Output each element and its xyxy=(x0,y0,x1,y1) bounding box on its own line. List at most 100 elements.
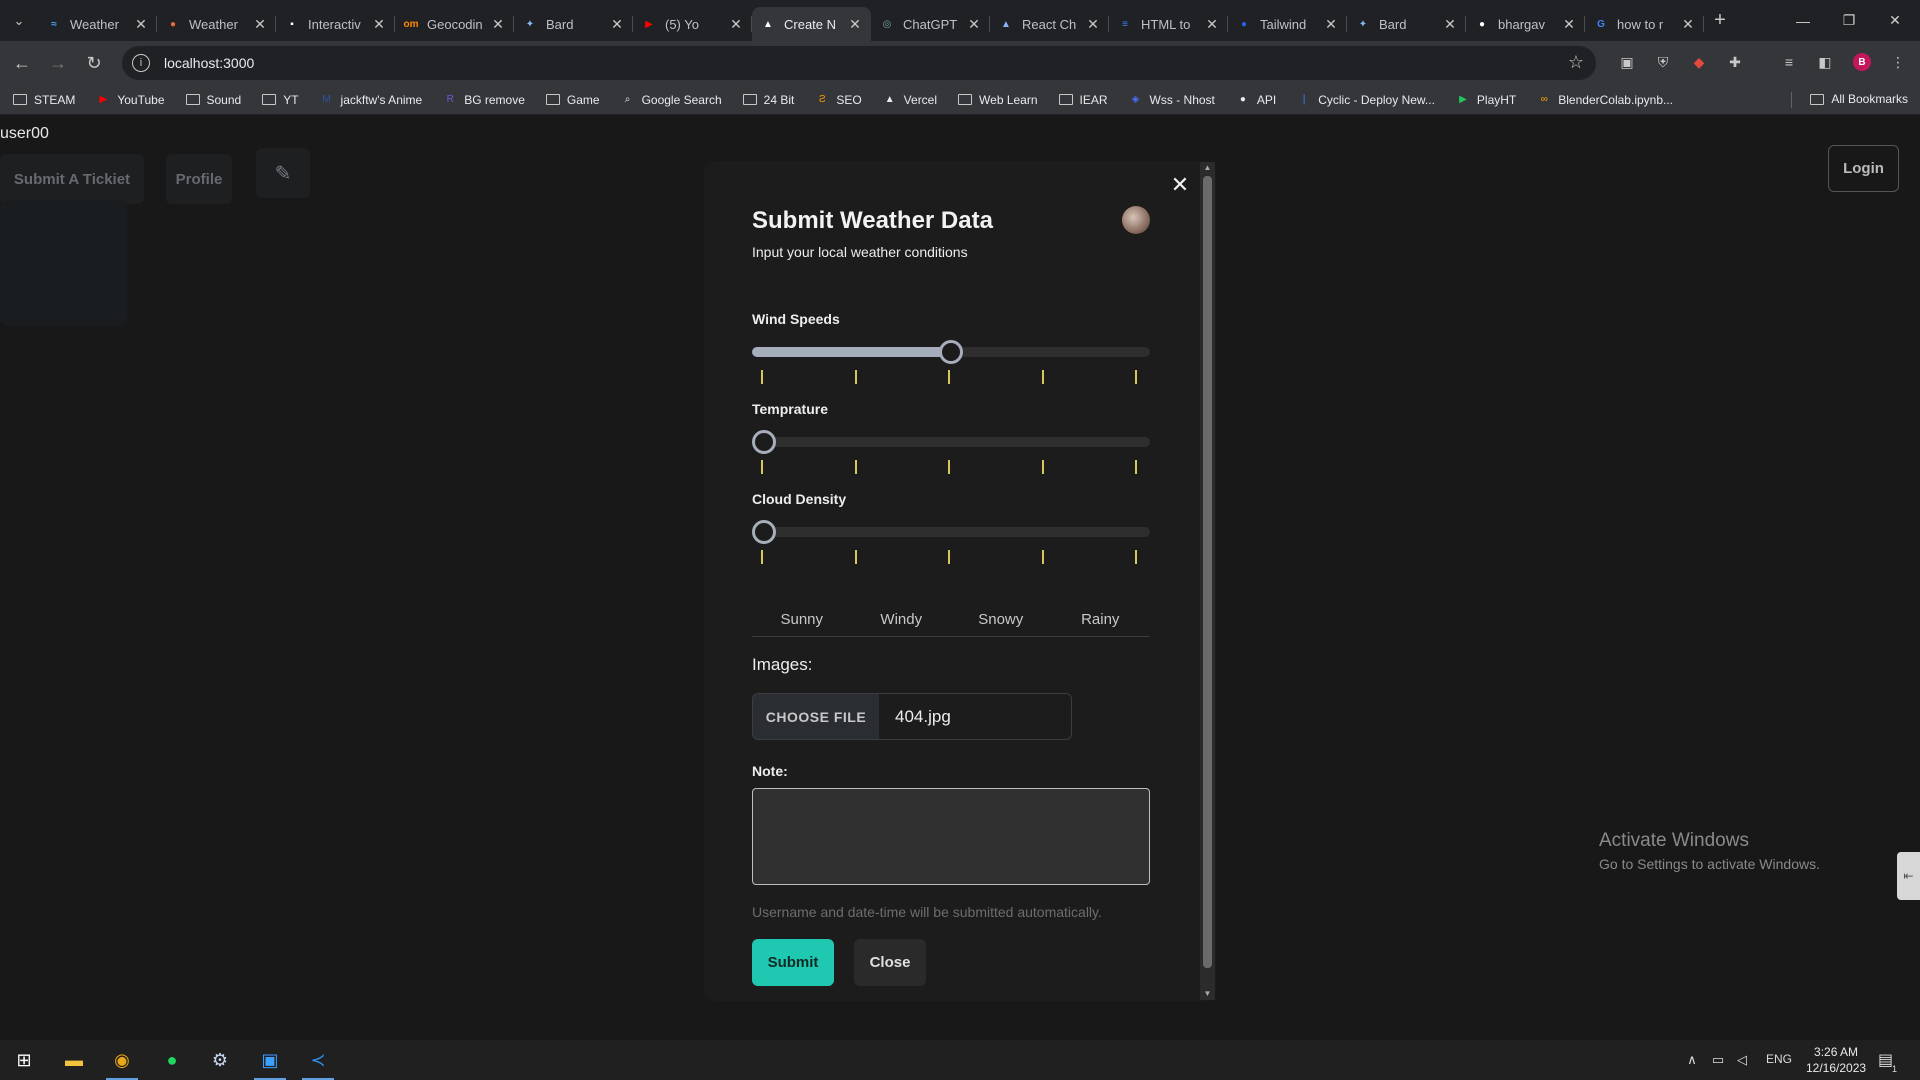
side-panel-icon[interactable]: ◧ xyxy=(1815,52,1835,72)
taskbar-clock[interactable]: 3:26 AM 12/16/2023 xyxy=(1806,1044,1866,1076)
bookmark-item[interactable]: ∞ BlenderColab.ipynb... xyxy=(1537,93,1673,107)
slider-thumb[interactable] xyxy=(752,430,776,454)
bookmark-item[interactable]: ▲ Vercel xyxy=(883,93,937,107)
weather-tab-rainy[interactable]: Rainy xyxy=(1051,607,1151,636)
browser-tab[interactable]: ● Weather ✕ xyxy=(157,7,276,41)
browser-tab[interactable]: Ghow to r ✕ xyxy=(1585,7,1704,41)
tab-close-icon[interactable]: ✕ xyxy=(1204,16,1220,33)
browser-tab[interactable]: ≈ Weather ✕ xyxy=(38,7,157,41)
media-queue-icon[interactable]: ≡ xyxy=(1779,52,1799,72)
edit-button[interactable]: ✎ xyxy=(256,148,310,198)
scroll-up-arrow-icon[interactable]: ▲ xyxy=(1200,162,1215,174)
windows-start-icon[interactable]: ⊞ xyxy=(0,1040,48,1080)
browser-menu-icon[interactable]: ⋮ xyxy=(1888,52,1908,72)
vscode-icon[interactable]: ≺ xyxy=(294,1040,342,1080)
modal-close-icon[interactable]: ✕ xyxy=(1168,172,1192,197)
browser-tab[interactable]: ≡ HTML to ✕ xyxy=(1109,7,1228,41)
file-explorer-icon[interactable]: ▬ xyxy=(50,1040,98,1080)
spotify-icon[interactable]: ● xyxy=(148,1040,196,1080)
note-textarea[interactable] xyxy=(752,788,1150,885)
bookmark-item[interactable]: 24 Bit xyxy=(742,93,794,107)
bookmark-item[interactable]: Game xyxy=(545,93,600,107)
slider-track[interactable] xyxy=(752,430,1150,454)
browser-tab[interactable]: ✦ Bard ✕ xyxy=(1347,7,1466,41)
scroll-down-arrow-icon[interactable]: ▼ xyxy=(1200,988,1215,1000)
tab-close-icon[interactable]: ✕ xyxy=(847,16,863,33)
side-panel-toggle[interactable]: ⇤ xyxy=(1897,852,1920,900)
url-text[interactable]: localhost:3000 xyxy=(164,55,254,71)
steam-icon[interactable]: ⚙ xyxy=(196,1040,244,1080)
extension-red-icon[interactable]: ◆ xyxy=(1689,52,1709,72)
browser-tab[interactable]: ● Tailwind ✕ xyxy=(1228,7,1347,41)
bookmark-item[interactable]: YT xyxy=(262,93,299,107)
bookmark-star-icon[interactable]: ☆ xyxy=(1568,52,1584,73)
choose-file-button[interactable]: CHOOSE FILE xyxy=(753,694,879,739)
language-indicator[interactable]: ENG xyxy=(1766,1052,1792,1066)
bookmark-item[interactable]: R BG remove xyxy=(443,93,525,107)
tab-close-icon[interactable]: ✕ xyxy=(252,16,268,33)
close-button[interactable]: Close xyxy=(854,939,926,986)
reload-button[interactable]: ↻ xyxy=(76,45,112,81)
submit-ticket-link[interactable]: Submit A Tickiet xyxy=(0,154,144,204)
tab-close-icon[interactable]: ✕ xyxy=(133,16,149,33)
tab-close-icon[interactable]: ✕ xyxy=(728,16,744,33)
bookmark-item[interactable]: Sound xyxy=(185,93,241,107)
browser-tab[interactable]: ✦ Bard ✕ xyxy=(514,7,633,41)
submit-button[interactable]: Submit xyxy=(752,939,834,986)
tab-close-icon[interactable]: ✕ xyxy=(1085,16,1101,33)
app-blue-icon[interactable]: ▣ xyxy=(246,1040,294,1080)
profile-link[interactable]: Profile xyxy=(166,154,232,204)
tab-close-icon[interactable]: ✕ xyxy=(371,16,387,33)
modal-scrollbar[interactable]: ▲ ▼ xyxy=(1200,162,1215,1000)
tab-close-icon[interactable]: ✕ xyxy=(1442,16,1458,33)
browser-tab[interactable]: ▲ React Ch ✕ xyxy=(990,7,1109,41)
slider-track[interactable] xyxy=(752,340,1150,364)
browser-tab[interactable]: ▲ Create N ✕ xyxy=(752,7,871,41)
address-bar[interactable]: i localhost:3000 ☆ xyxy=(122,46,1596,80)
browser-tab[interactable]: om Geocodin ✕ xyxy=(395,7,514,41)
all-bookmarks-button[interactable]: All Bookmarks xyxy=(1810,92,1908,106)
slider-thumb[interactable] xyxy=(939,340,963,364)
extensions-puzzle-icon[interactable]: ✚ xyxy=(1725,52,1745,72)
tab-close-icon[interactable]: ✕ xyxy=(609,16,625,33)
bookmark-item[interactable]: ▶ YouTube xyxy=(96,93,164,107)
bookmark-item[interactable]: Mjackftw's Anime xyxy=(320,93,422,107)
bookmark-item[interactable]: IEAR xyxy=(1058,93,1108,107)
bookmark-item[interactable]: STEAM xyxy=(13,93,75,107)
tray-chevron-icon[interactable]: ∧ xyxy=(1680,1040,1704,1080)
new-tab-button[interactable]: + xyxy=(1704,4,1736,38)
scrollbar-thumb[interactable] xyxy=(1203,176,1212,968)
site-info-icon[interactable]: i xyxy=(132,54,150,72)
browser-tab[interactable]: ▪ Interactiv ✕ xyxy=(276,7,395,41)
bookmark-item[interactable]: ▶ PlayHT xyxy=(1456,93,1516,107)
screen-cast-icon[interactable]: ▣ xyxy=(1617,52,1637,72)
network-icon[interactable]: ▭ xyxy=(1706,1040,1730,1080)
browser-tab[interactable]: ◎ ChatGPT ✕ xyxy=(871,7,990,41)
bookmark-item[interactable]: ● API xyxy=(1236,93,1276,107)
tab-close-icon[interactable]: ✕ xyxy=(1561,16,1577,33)
profile-avatar[interactable]: B xyxy=(1853,53,1871,71)
tab-close-icon[interactable]: ✕ xyxy=(1323,16,1339,33)
shield-extension-icon[interactable]: ⛨ xyxy=(1653,52,1673,72)
weather-tab-windy[interactable]: Windy xyxy=(852,607,952,636)
slider-thumb[interactable] xyxy=(752,520,776,544)
tab-search-button[interactable]: ⌄ xyxy=(0,0,38,41)
volume-icon[interactable]: ◁ xyxy=(1730,1040,1754,1080)
tab-close-icon[interactable]: ✕ xyxy=(966,16,982,33)
minimize-button[interactable]: — xyxy=(1780,0,1826,41)
restore-button[interactable]: ❐ xyxy=(1826,0,1872,41)
back-button[interactable]: ← xyxy=(4,45,40,81)
image-file-input[interactable]: CHOOSE FILE 404.jpg xyxy=(752,693,1072,740)
bookmark-item[interactable]: ◈ Wss - Nhost xyxy=(1129,93,1215,107)
browser-tab[interactable]: ▶ (5) Yo ✕ xyxy=(633,7,752,41)
bookmark-item[interactable]: Web Learn xyxy=(958,93,1038,107)
browser-tab[interactable]: ● bhargav ✕ xyxy=(1466,7,1585,41)
weather-tab-snowy[interactable]: Snowy xyxy=(951,607,1051,636)
notification-icon[interactable]: ▤ xyxy=(1878,1050,1893,1070)
bookmark-item[interactable]: ⌕ Google Search xyxy=(621,93,722,107)
forward-button[interactable]: → xyxy=(40,45,76,81)
slider-track[interactable] xyxy=(752,520,1150,544)
chrome-icon[interactable]: ◉ xyxy=(98,1040,146,1080)
login-button[interactable]: Login xyxy=(1828,145,1899,192)
tab-close-icon[interactable]: ✕ xyxy=(1680,16,1696,33)
